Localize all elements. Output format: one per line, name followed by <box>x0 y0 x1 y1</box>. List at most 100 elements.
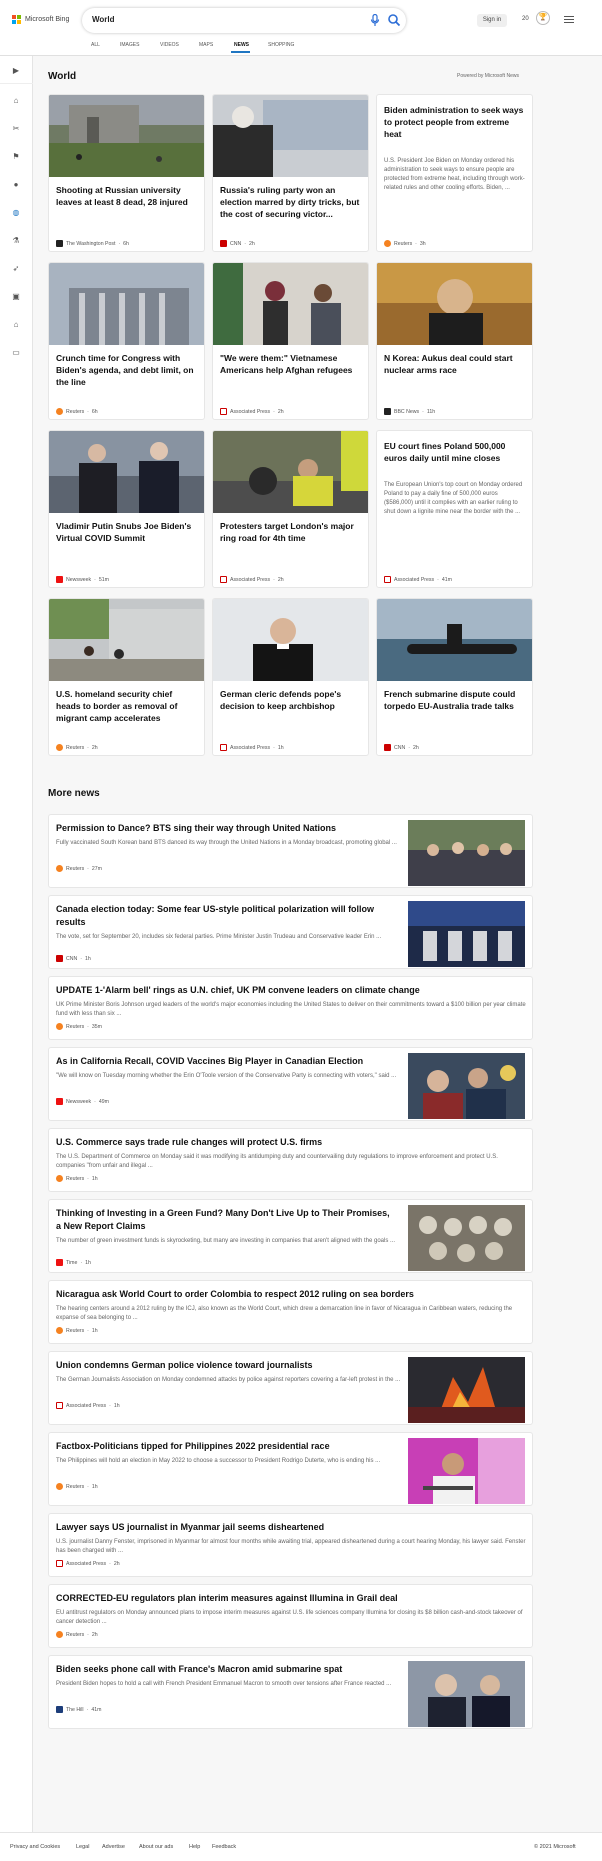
news-row[interactable]: Canada election today: Some fear US-styl… <box>48 895 533 969</box>
news-source: Reuters · 1h <box>56 1327 98 1334</box>
news-card[interactable]: N Korea: Aukus deal could start nuclear … <box>376 262 533 420</box>
news-card[interactable]: French submarine dispute could torpedo E… <box>376 598 533 756</box>
footer-link-help[interactable]: Help <box>189 1844 200 1850</box>
news-title[interactable]: U.S. homeland security chief heads to bo… <box>56 688 198 724</box>
search-input[interactable]: World <box>92 15 115 24</box>
news-title[interactable]: Permission to Dance? BTS sing their way … <box>56 822 406 835</box>
news-card[interactable]: Biden administration to seek ways to pro… <box>376 94 533 252</box>
news-title[interactable]: "We were them:" Vietnamese Americans hel… <box>220 352 362 376</box>
news-image <box>408 1053 525 1119</box>
publisher-logo-icon <box>56 1483 63 1490</box>
tab-shopping[interactable]: SHOPPING <box>268 42 294 48</box>
news-card[interactable]: Vladimir Putin Snubs Joe Biden's Virtual… <box>48 430 205 588</box>
menu-icon[interactable] <box>564 16 574 25</box>
news-title[interactable]: Canada election today: Some fear US-styl… <box>56 903 386 929</box>
tab-maps[interactable]: MAPS <box>199 42 213 48</box>
news-title[interactable]: Nicaragua ask World Court to order Colom… <box>56 1288 526 1301</box>
location-icon[interactable]: ● <box>10 178 22 190</box>
footer-link-advertise[interactable]: Advertise <box>102 1844 125 1850</box>
news-title[interactable]: Thinking of Investing in a Green Fund? M… <box>56 1207 396 1233</box>
entertainment-icon[interactable]: ▣ <box>10 290 22 302</box>
publisher-logo-icon <box>56 744 63 751</box>
news-row[interactable]: Union condemns German police violence to… <box>48 1351 533 1425</box>
tools-icon[interactable]: ✂ <box>10 122 22 134</box>
home-icon[interactable]: ⌂ <box>10 94 22 106</box>
news-card[interactable]: Russia's ruling party won an election ma… <box>212 94 369 252</box>
flag-icon[interactable]: ⚑ <box>10 150 22 162</box>
publisher-logo-icon <box>220 240 227 247</box>
news-title[interactable]: Lawyer says US journalist in Myanmar jai… <box>56 1521 526 1534</box>
news-card[interactable]: EU court fines Poland 500,000 euros dail… <box>376 430 533 588</box>
news-card[interactable]: Shooting at Russian university leaves at… <box>48 94 205 252</box>
news-description: Fully vaccinated South Korean band BTS d… <box>56 840 397 846</box>
footer-link-about-ads[interactable]: About our ads <box>139 1844 173 1850</box>
news-title[interactable]: French submarine dispute could torpedo E… <box>384 688 526 712</box>
chevron-right-icon[interactable]: ▶ <box>10 64 22 76</box>
news-row[interactable]: UPDATE 1-'Alarm bell' rings as U.N. chie… <box>48 976 533 1040</box>
news-title[interactable]: Biden administration to seek ways to pro… <box>384 104 526 140</box>
news-title[interactable]: As in California Recall, COVID Vaccines … <box>56 1055 406 1068</box>
news-title[interactable]: CORRECTED-EU regulators plan interim mea… <box>56 1592 526 1605</box>
footer-link-privacy[interactable]: Privacy and Cookies <box>10 1844 60 1850</box>
news-image <box>408 1661 525 1727</box>
news-row[interactable]: As in California Recall, COVID Vaccines … <box>48 1047 533 1121</box>
tab-images[interactable]: IMAGES <box>120 42 139 48</box>
news-card[interactable]: U.S. homeland security chief heads to bo… <box>48 598 205 756</box>
news-source: CNN · 1h <box>56 955 91 962</box>
news-row[interactable]: Biden seeks phone call with France's Mac… <box>48 1655 533 1729</box>
money-icon[interactable]: ▭ <box>10 346 22 358</box>
news-row[interactable]: U.S. Commerce says trade rule changes wi… <box>48 1128 533 1192</box>
microphone-icon[interactable] <box>370 13 382 27</box>
news-source: Associated Press · 1h <box>56 1402 120 1409</box>
news-row[interactable]: Nicaragua ask World Court to order Colom… <box>48 1280 533 1344</box>
news-title[interactable]: Protesters target London's major ring ro… <box>220 520 362 544</box>
science-icon[interactable]: ⚗ <box>10 234 22 246</box>
news-source: Associated Press · 2h <box>56 1560 120 1567</box>
news-title[interactable]: Shooting at Russian university leaves at… <box>56 184 198 208</box>
politics-icon[interactable]: ⌂ <box>10 318 22 330</box>
footer: Privacy and Cookies Legal Advertise Abou… <box>0 1832 602 1861</box>
footer-link-legal[interactable]: Legal <box>76 1844 89 1850</box>
news-image <box>408 901 525 967</box>
news-card[interactable]: Crunch time for Congress with Biden's ag… <box>48 262 205 420</box>
news-title[interactable]: Union condemns German police violence to… <box>56 1359 406 1372</box>
news-image <box>213 599 368 681</box>
search-icon[interactable] <box>387 13 401 27</box>
news-source: Reuters · 1h <box>56 1483 98 1490</box>
news-title[interactable]: N Korea: Aukus deal could start nuclear … <box>384 352 526 376</box>
news-description: "We will know on Tuesday morning whether… <box>56 1073 397 1079</box>
news-title[interactable]: Russia's ruling party won an election ma… <box>220 184 362 220</box>
rewards-points[interactable]: 20 <box>522 16 529 22</box>
news-row[interactable]: CORRECTED-EU regulators plan interim mea… <box>48 1584 533 1648</box>
tab-news[interactable]: NEWS <box>234 42 249 48</box>
sidebar-expand[interactable]: ▶ <box>0 56 33 84</box>
news-row[interactable]: Permission to Dance? BTS sing their way … <box>48 814 533 888</box>
sign-in-button[interactable]: Sign in <box>477 14 507 27</box>
search-box[interactable]: World <box>82 8 406 33</box>
news-title[interactable]: Crunch time for Congress with Biden's ag… <box>56 352 198 388</box>
news-card[interactable]: "We were them:" Vietnamese Americans hel… <box>212 262 369 420</box>
tab-videos[interactable]: VIDEOS <box>160 42 179 48</box>
footer-link-feedback[interactable]: Feedback <box>212 1844 236 1850</box>
news-title[interactable]: U.S. Commerce says trade rule changes wi… <box>56 1136 526 1149</box>
rewards-trophy-icon[interactable]: 🏆 <box>536 11 550 25</box>
news-source: CNN · 2h <box>220 240 255 247</box>
news-title[interactable]: German cleric defends pope's decision to… <box>220 688 362 712</box>
news-card[interactable]: German cleric defends pope's decision to… <box>212 598 369 756</box>
tab-all[interactable]: ALL <box>91 42 100 48</box>
news-row[interactable]: Lawyer says US journalist in Myanmar jai… <box>48 1513 533 1577</box>
news-image <box>408 1357 525 1423</box>
bing-logo[interactable]: Microsoft Bing <box>12 15 69 24</box>
news-row[interactable]: Thinking of Investing in a Green Fund? M… <box>48 1199 533 1273</box>
news-image <box>213 263 368 345</box>
globe-icon[interactable]: ◍ <box>10 206 22 218</box>
news-row[interactable]: Factbox-Politicians tipped for Philippin… <box>48 1432 533 1506</box>
news-card[interactable]: Protesters target London's major ring ro… <box>212 430 369 588</box>
news-title[interactable]: Biden seeks phone call with France's Mac… <box>56 1663 406 1676</box>
news-title[interactable]: Vladimir Putin Snubs Joe Biden's Virtual… <box>56 520 198 544</box>
news-title[interactable]: Factbox-Politicians tipped for Philippin… <box>56 1440 406 1453</box>
news-title[interactable]: UPDATE 1-'Alarm bell' rings as U.N. chie… <box>56 984 526 997</box>
rocket-icon[interactable]: ➶ <box>10 262 22 274</box>
news-source: Newsweek · 51m <box>56 576 109 583</box>
news-title[interactable]: EU court fines Poland 500,000 euros dail… <box>384 440 526 464</box>
